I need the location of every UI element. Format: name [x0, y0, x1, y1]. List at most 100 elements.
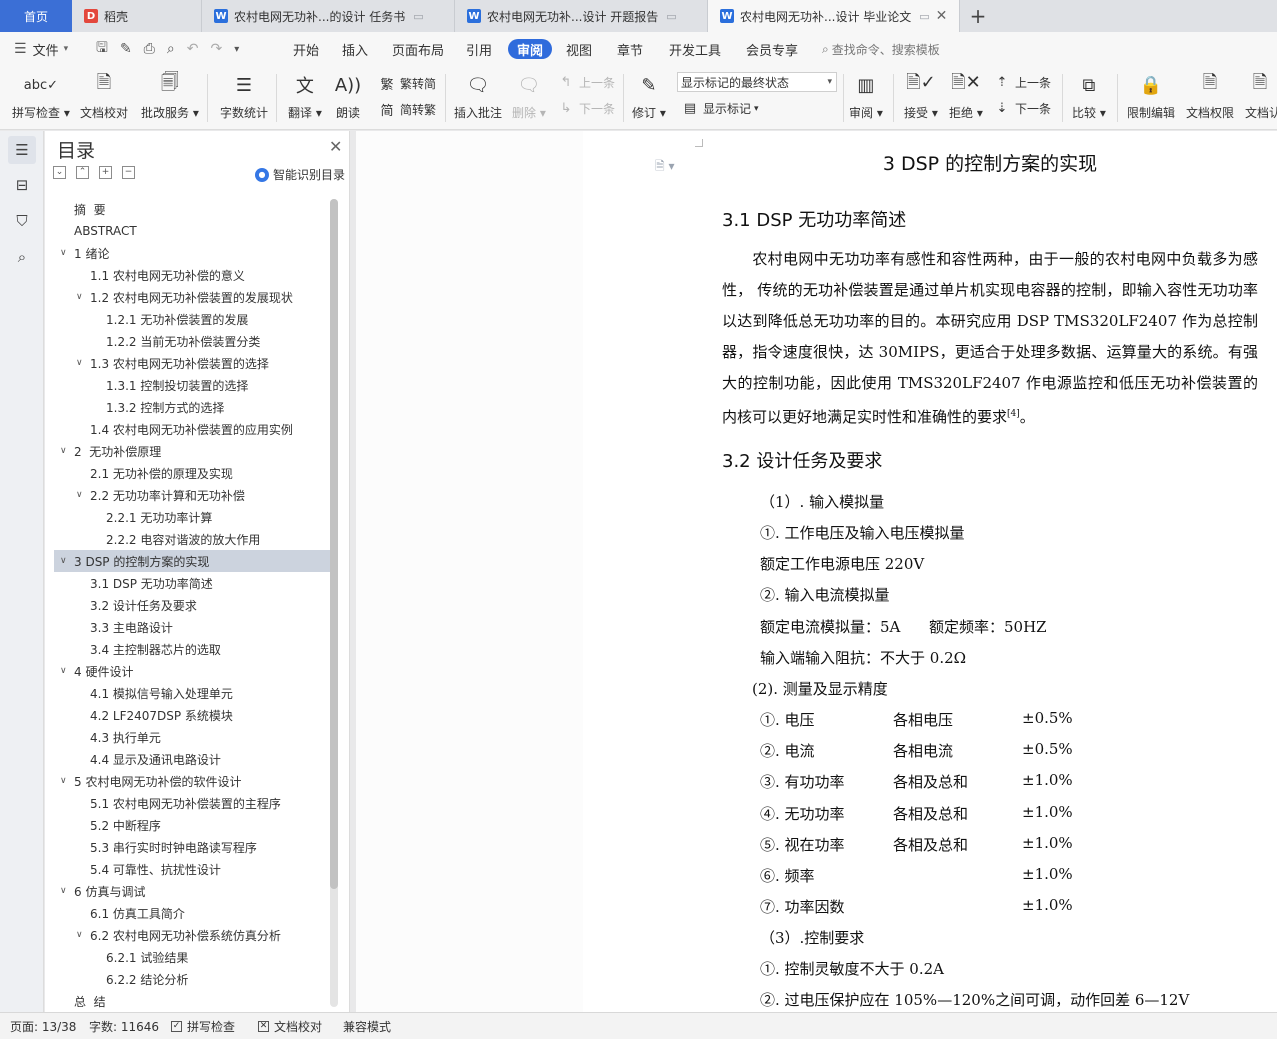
markup-state-select[interactable]: 显示标记的最终状态 ▾ [677, 72, 837, 92]
toc-item[interactable]: ∨ 5 农村电网无功补偿的软件设计 [54, 770, 331, 792]
tab-thesis[interactable]: W 农村电网无功补...设计 毕业论文 ▭ ✕ [708, 0, 960, 32]
tab-view[interactable]: 视图 [566, 39, 592, 59]
toc-item[interactable]: 6.2.1 试验结果 [54, 946, 331, 968]
toc-item[interactable]: 1.3.1 控制投切装置的选择 [54, 374, 331, 396]
read-aloud-button[interactable]: A)) 朗读 [333, 70, 363, 121]
toc-item[interactable]: ∨ 1 绪论 [54, 242, 331, 264]
add-level-icon[interactable]: + [99, 166, 112, 179]
spell-check-button[interactable]: abc✓ 拼写检查 ▾ [12, 70, 70, 121]
chapter-nav-icon[interactable]: ⊟ [8, 171, 36, 199]
toc-item[interactable]: 5.4 可靠性、抗扰性设计 [54, 858, 331, 880]
bookmark-icon[interactable]: ⛉ [8, 207, 36, 235]
insert-comment-button[interactable]: 🗨 插入批注 [454, 70, 502, 121]
toc-item[interactable]: ∨ 1.2 农村电网无功补偿装置的发展现状 [54, 286, 331, 308]
tab-home[interactable]: 首页 [0, 0, 72, 32]
toc-item[interactable]: 1.3.2 控制方式的选择 [54, 396, 331, 418]
prev-change-button[interactable]: ⇡ 上一条 [993, 74, 1051, 91]
toc-item[interactable]: 3.3 主电路设计 [54, 616, 331, 638]
review-pane-button[interactable]: ▥ 审阅 ▾ [849, 70, 883, 121]
toc-scrollbar[interactable] [330, 199, 338, 1007]
word-count-indicator[interactable]: 字数: 11646 [89, 1013, 159, 1039]
toc-item[interactable]: 2.2.1 无功功率计算 [54, 506, 331, 528]
next-comment-button[interactable]: ↳ 下一条 [557, 100, 615, 117]
toc-item[interactable]: ∨ 6 仿真与调试 [54, 880, 331, 902]
page-format-icon[interactable]: 🗎 ▾ [655, 157, 675, 178]
trad-to-simp-button[interactable]: 繁 繁转简 [378, 74, 436, 93]
toc-scrollbar-thumb[interactable] [330, 199, 338, 889]
toc-item[interactable]: ∨ 4 硬件设计 [54, 660, 331, 682]
remove-level-icon[interactable]: − [122, 166, 135, 179]
toc-item[interactable]: 1.4 农村电网无功补偿装置的应用实例 [54, 418, 331, 440]
tab-chapter[interactable]: 章节 [617, 39, 643, 59]
delete-comment-button[interactable]: 🗨 删除 ▾ [512, 70, 546, 121]
more-icon[interactable]: ▾ [234, 44, 239, 55]
toc-item[interactable]: ∨ 3 DSP 的控制方案的实现 [54, 550, 331, 572]
print-icon[interactable]: ⎙ [144, 41, 155, 57]
tab-start[interactable]: 开始 [293, 39, 319, 59]
chevron-down-icon[interactable]: ∨ [60, 666, 67, 676]
chevron-down-icon[interactable]: ∨ [60, 886, 67, 896]
save-icon[interactable]: 🖫 [96, 37, 108, 61]
toc-item[interactable]: 6.2.2 结论分析 [54, 968, 331, 990]
toc-item[interactable]: ∨ 1.3 农村电网无功补偿装置的选择 [54, 352, 331, 374]
document-page[interactable]: 🗎 ▾ 3 DSP 的控制方案的实现 3.1 DSP 无功功率简述 农村电网中无… [583, 131, 1277, 1012]
simp-to-trad-button[interactable]: 简 简转繁 [378, 100, 436, 119]
toc-item[interactable]: ∨ 6.2 农村电网无功补偿系统仿真分析 [54, 924, 331, 946]
toc-item[interactable]: 4.2 LF2407DSP 系统模块 [54, 704, 331, 726]
compare-button[interactable]: ⧉ 比较 ▾ [1072, 70, 1106, 121]
toc-item[interactable]: 4.1 模拟信号输入处理单元 [54, 682, 331, 704]
toc-item[interactable]: 总 结 [54, 990, 331, 1009]
command-search[interactable]: ⌕ 查找命令、搜索模板 [822, 39, 940, 59]
chevron-down-icon[interactable]: ∨ [76, 930, 83, 940]
search-icon[interactable]: ⌕ [8, 243, 36, 271]
toc-item[interactable]: 2.1 无功补偿的原理及实现 [54, 462, 331, 484]
toc-item[interactable]: 3.4 主控制器芯片的选取 [54, 638, 331, 660]
tab-proposal[interactable]: W 农村电网无功补...设计 开题报告 ▭ [455, 0, 708, 32]
print-preview-icon[interactable]: ⌕ [167, 41, 175, 57]
batch-service-button[interactable]: 🗐 批改服务 ▾ [141, 70, 199, 121]
toc-item[interactable]: 1.2.1 无功补偿装置的发展 [54, 308, 331, 330]
track-changes-button[interactable]: ✎ 修订 ▾ [632, 70, 666, 121]
tab-task-book[interactable]: W 农村电网无功补...的设计 任务书 ▭ [202, 0, 455, 32]
word-count-button[interactable]: ☰ 字数统计 [220, 70, 268, 121]
tab-developer[interactable]: 开发工具 [669, 39, 721, 59]
expand-all-icon[interactable]: ⌄ [53, 166, 66, 179]
accept-button[interactable]: 🗎✓ 接受 ▾ [904, 70, 938, 121]
close-icon[interactable]: ✕ [936, 8, 948, 24]
toc-item[interactable]: 5.2 中断程序 [54, 814, 331, 836]
toc-item[interactable]: 1.1 农村电网无功补偿的意义 [54, 264, 331, 286]
toc-item[interactable]: 1.2.2 当前无功补偿装置分类 [54, 330, 331, 352]
redo-icon[interactable]: ↷ [210, 41, 222, 57]
collapse-all-icon[interactable]: ⌃ [76, 166, 89, 179]
toc-item[interactable]: ∨ 2 无功补偿原理 [54, 440, 331, 462]
tab-references[interactable]: 引用 [466, 39, 492, 59]
doc-proof-toggle[interactable]: ✕ 文档校对 [258, 1013, 322, 1039]
toc-item[interactable]: 6.1 仿真工具简介 [54, 902, 331, 924]
translate-button[interactable]: 文 翻译 ▾ [288, 70, 322, 121]
new-tab-button[interactable]: + [965, 0, 991, 32]
chevron-down-icon[interactable]: ∨ [76, 490, 83, 500]
prev-comment-button[interactable]: ↰ 上一条 [557, 74, 615, 91]
tab-member[interactable]: 会员专享 [746, 39, 798, 59]
toc-item[interactable]: ∨ 2.2 无功功率计算和无功补偿 [54, 484, 331, 506]
tab-daoke[interactable]: D 稻壳 [72, 0, 202, 32]
restrict-edit-button[interactable]: 🔒 限制编辑 [1127, 70, 1175, 121]
toc-item[interactable]: ABSTRACT [54, 220, 331, 242]
chevron-down-icon[interactable]: ∨ [60, 556, 67, 566]
toc-item[interactable]: 摘 要 [54, 198, 331, 220]
tab-review[interactable]: 审阅 [508, 39, 553, 59]
toc-item[interactable]: 2.2.2 电容对谐波的放大作用 [54, 528, 331, 550]
format-painter-icon[interactable]: ✎ [120, 41, 132, 57]
toc-item[interactable]: 4.4 显示及通讯电路设计 [54, 748, 331, 770]
tab-insert[interactable]: 插入 [342, 39, 368, 59]
chevron-down-icon[interactable]: ∨ [60, 776, 67, 786]
chevron-down-icon[interactable]: ∨ [76, 292, 83, 302]
doc-cert-button[interactable]: 🗎 文档认 [1245, 70, 1277, 121]
smart-toc-button[interactable]: ● 智能识别目录 [255, 166, 345, 183]
toc-item[interactable]: 3.2 设计任务及要求 [54, 594, 331, 616]
doc-permission-button[interactable]: 🗎 文档权限 [1186, 70, 1234, 121]
toc-item[interactable]: 3.1 DSP 无功功率简述 [54, 572, 331, 594]
reject-button[interactable]: 🗎✕ 拒绝 ▾ [949, 70, 983, 121]
chevron-down-icon[interactable]: ∨ [60, 248, 67, 258]
undo-icon[interactable]: ↶ [187, 41, 199, 57]
